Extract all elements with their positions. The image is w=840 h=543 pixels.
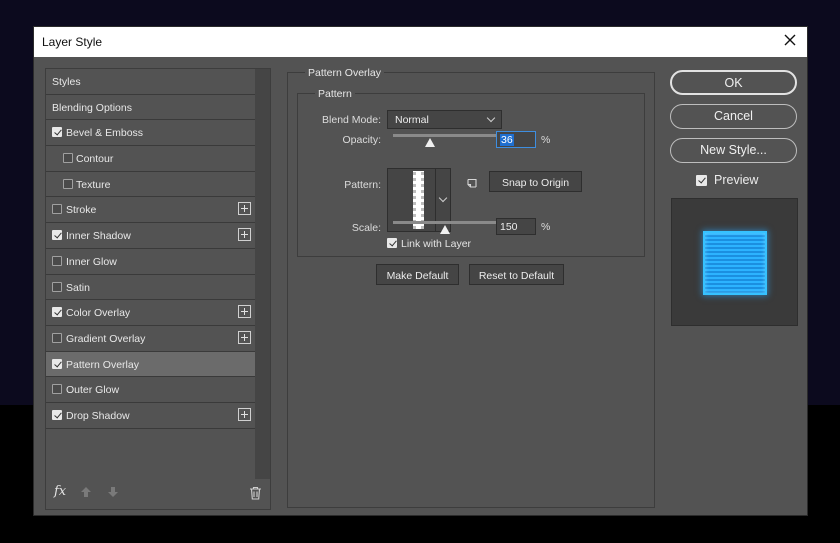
chevron-down-icon [486,113,496,123]
pattern-overlay-checkbox[interactable] [52,358,62,369]
contour-label: Contour [76,153,114,166]
move-up-icon[interactable] [80,486,92,501]
bevel-and-emboss-label: Bevel & Emboss [66,127,144,140]
inner-glow-checkbox[interactable] [52,255,62,266]
satin-checkbox[interactable] [52,281,62,292]
link-with-layer-checkbox[interactable] [387,238,397,248]
texture-checkbox[interactable] [63,178,73,189]
new-style-button[interactable]: New Style... [670,138,797,163]
preview-label: Preview [714,173,759,187]
style-preview [671,198,798,326]
styles-list-scrollbar[interactable] [255,69,270,479]
styles-list-item-blending-options[interactable]: Blending Options [46,94,255,121]
bevel-and-emboss-checkbox[interactable] [52,127,62,138]
ok-label: OK [724,76,743,90]
styles-list-item-styles[interactable]: Styles [46,69,255,95]
styles-list-item-color-overlay[interactable]: Color Overlay [46,300,255,326]
blend-mode-value: Normal [395,114,429,126]
reset-to-default-label: Reset to Default [478,270,555,282]
chevron-down-icon[interactable] [438,193,448,203]
opacity-label: Opacity: [342,134,381,146]
styles-list-item-gradient-overlay[interactable]: Gradient Overlay [46,325,255,352]
opacity-unit: % [541,134,551,146]
trash-icon[interactable] [249,486,262,503]
styles-list: Styles Blending Options Bevel & Emboss Cont… [46,69,255,479]
title-bar: Layer Style [34,27,807,57]
color-overlay-label: Color Overlay [66,307,131,320]
inner-shadow-label: Inner Shadow [66,230,131,243]
pattern-label: Pattern: [344,179,381,191]
styles-list-item-stroke[interactable]: Stroke [46,197,255,224]
styles-list-item-pattern-overlay[interactable]: Pattern Overlay [46,351,255,378]
make-default-button[interactable]: Make Default [376,264,459,285]
blend-mode-select[interactable]: Normal [387,110,502,129]
styles-list-item-contour[interactable]: Contour [46,146,255,172]
styles-list-panel: Styles Blending Options Bevel & Emboss Cont… [45,68,271,510]
outer-glow-checkbox[interactable] [52,384,62,395]
scale-slider-thumb[interactable] [440,225,450,234]
scale-unit: % [541,221,551,233]
inner-shadow-checkbox[interactable] [52,230,62,241]
styles-list-item-bevel-and-emboss[interactable]: Bevel & Emboss [46,120,255,147]
close-icon[interactable] [781,31,799,49]
layer-style-dialog: Layer Style Styles Blending Options Bevel … [33,26,808,516]
add-inner-shadow-icon[interactable] [238,228,251,242]
opacity-slider-thumb[interactable] [425,138,436,147]
link-with-layer-label: Link with Layer [401,238,472,250]
cancel-label: Cancel [714,109,753,123]
gradient-overlay-label: Gradient Overlay [66,332,146,345]
inner-glow-label: Inner Glow [66,255,117,268]
blending-options-label: Blending Options [52,101,132,114]
new-style-label: New Style... [700,143,767,157]
stroke-checkbox[interactable] [52,204,62,215]
gradient-overlay-checkbox[interactable] [52,332,62,343]
styles-list-footer: fx [46,479,270,509]
blend-mode-label: Blend Mode: [322,114,381,126]
color-overlay-checkbox[interactable] [52,307,62,318]
ok-button[interactable]: OK [670,70,797,95]
pattern-group-title: Pattern [315,88,355,100]
texture-label: Texture [76,178,111,191]
styles-label: Styles [52,76,81,88]
outer-glow-label: Outer Glow [66,384,120,397]
dialog-title: Layer Style [42,35,103,49]
preview-thumbnail [703,231,767,295]
opacity-slider-track[interactable] [393,134,497,137]
styles-list-item-drop-shadow[interactable]: Drop Shadow [46,402,255,429]
satin-label: Satin [66,281,90,294]
pattern-overlay-section: Pattern Overlay Pattern Blend Mode: Norm… [287,67,655,508]
reset-to-default-button[interactable]: Reset to Default [469,264,564,285]
snap-to-origin-label: Snap to Origin [501,177,570,189]
pattern-overlay-label: Pattern Overlay [66,358,139,371]
add-gradient-overlay-icon[interactable] [238,330,251,344]
styles-list-item-outer-glow[interactable]: Outer Glow [46,377,255,403]
make-default-label: Make Default [386,270,449,282]
cancel-button[interactable]: Cancel [670,104,797,129]
scale-value: 150 [500,221,518,233]
fx-icon[interactable]: fx [54,484,66,499]
add-drop-shadow-icon[interactable] [238,407,251,421]
contour-checkbox[interactable] [63,153,73,164]
pattern-group: Pattern Blend Mode: Normal Opacity: 36 %… [297,88,645,257]
preview-checkbox[interactable] [696,175,707,186]
add-stroke-icon[interactable] [238,202,251,216]
stroke-label: Stroke [66,204,97,217]
styles-list-item-texture[interactable]: Texture [46,171,255,198]
move-down-icon[interactable] [107,486,119,501]
styles-list-item-inner-glow[interactable]: Inner Glow [46,248,255,275]
drop-shadow-label: Drop Shadow [66,409,130,422]
scale-label: Scale: [351,222,381,234]
styles-list-item-inner-shadow[interactable]: Inner Shadow [46,223,255,249]
opacity-value: 36 [500,134,514,146]
drop-shadow-checkbox[interactable] [52,409,62,420]
section-title: Pattern Overlay [305,67,384,79]
styles-list-item-satin[interactable]: Satin [46,274,255,301]
scale-slider-track[interactable] [393,221,497,224]
snap-to-origin-button[interactable]: Snap to Origin [489,171,582,192]
scale-input[interactable]: 150 [496,218,536,235]
add-color-overlay-icon[interactable] [238,305,251,319]
opacity-input[interactable]: 36 [496,131,536,148]
new-preset-icon[interactable] [466,178,478,190]
